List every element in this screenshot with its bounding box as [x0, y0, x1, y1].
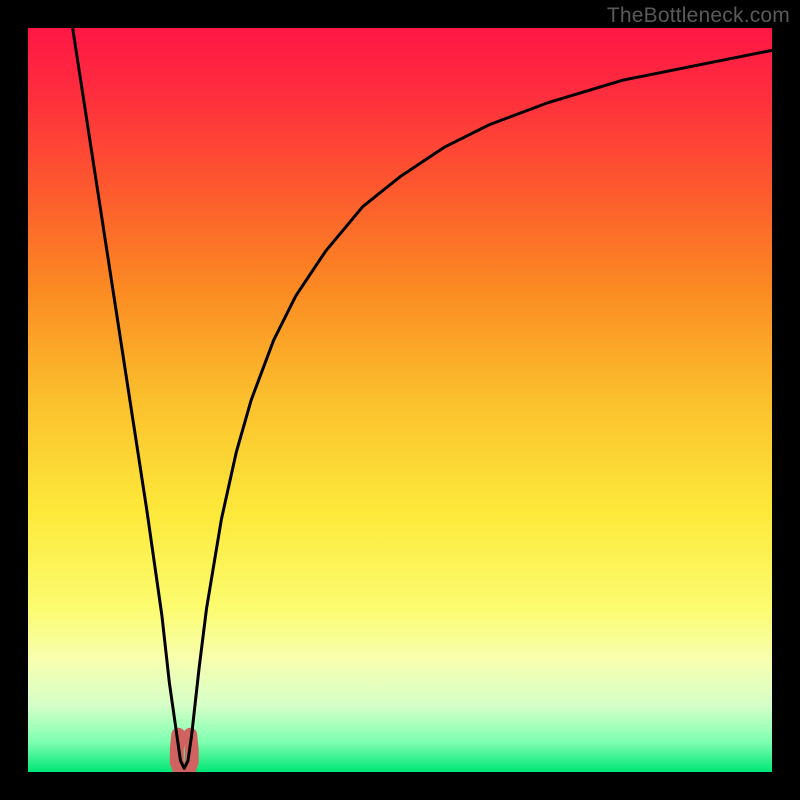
gradient-background	[28, 28, 772, 772]
chart-frame: TheBottleneck.com	[0, 0, 800, 800]
watermark-label: TheBottleneck.com	[607, 4, 790, 28]
plot-area	[28, 28, 772, 772]
bottleneck-chart	[28, 28, 772, 772]
